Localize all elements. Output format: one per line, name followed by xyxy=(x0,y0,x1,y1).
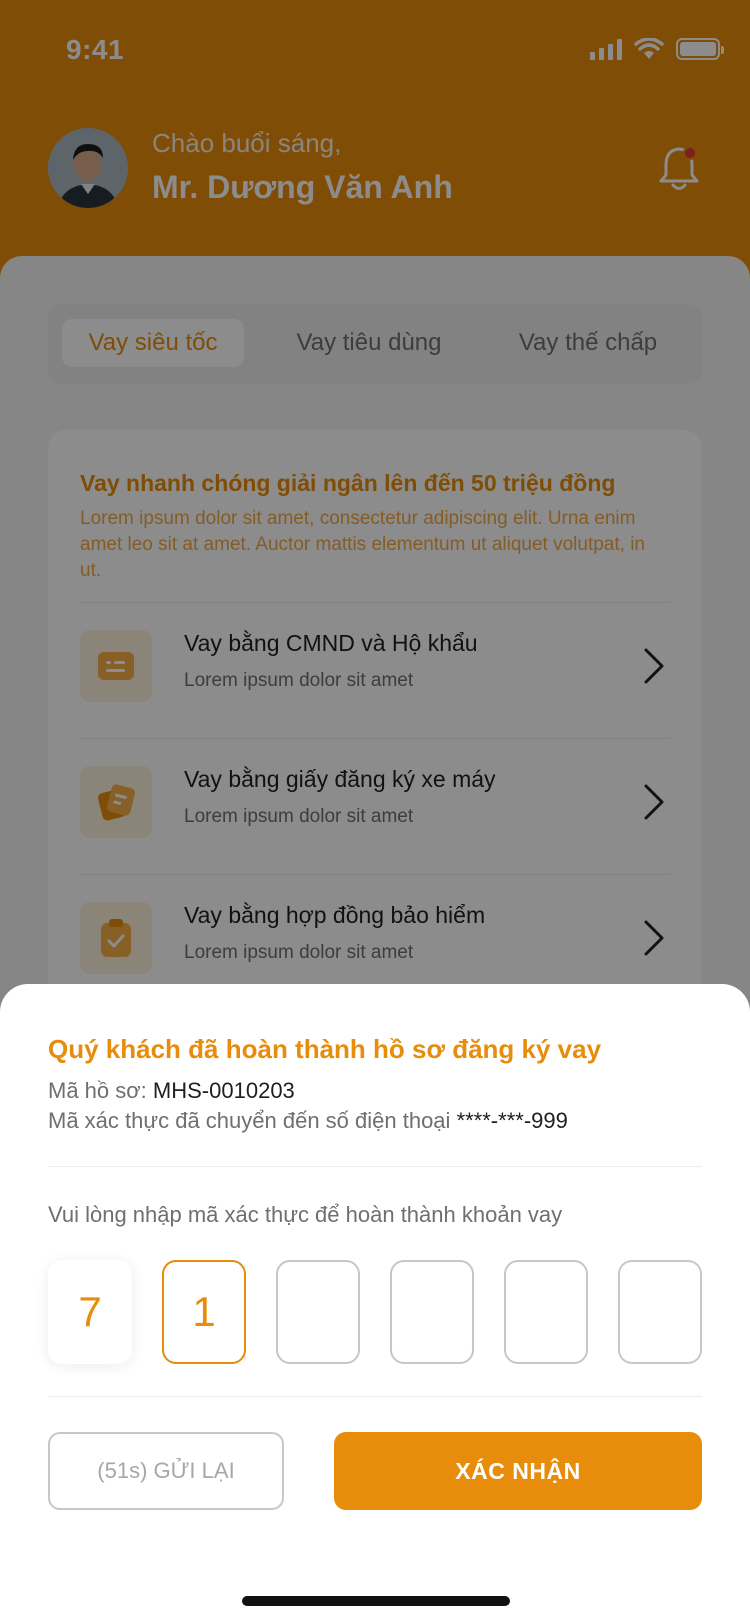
otp-bottom-sheet: Quý khách đã hoàn thành hồ sơ đăng ký va… xyxy=(0,984,750,1624)
sheet-title: Quý khách đã hoàn thành hồ sơ đăng ký va… xyxy=(48,1034,602,1064)
home-indicator[interactable] xyxy=(242,1596,510,1606)
otp-digit-4[interactable] xyxy=(390,1260,474,1364)
otp-digit-6[interactable] xyxy=(618,1260,702,1364)
file-code-line: Mã hồ sơ: MHS-0010203 xyxy=(48,1078,295,1104)
confirm-button[interactable]: XÁC NHẬN xyxy=(334,1432,702,1510)
phone-masked: ****-***-999 xyxy=(456,1108,568,1133)
file-code-value: MHS-0010203 xyxy=(152,1078,295,1103)
otp-digit-3[interactable] xyxy=(276,1260,360,1364)
phone-line: Mã xác thực đã chuyển đến số điện thoại … xyxy=(48,1108,568,1134)
otp-prompt: Vui lòng nhập mã xác thực để hoàn thành … xyxy=(48,1202,563,1227)
otp-digit-1[interactable]: 7 xyxy=(48,1260,132,1364)
otp-input-group: 7 1 xyxy=(48,1260,702,1364)
file-code-label: Mã hồ sơ: xyxy=(48,1078,147,1103)
otp-digit-2[interactable]: 1 xyxy=(162,1260,246,1364)
divider xyxy=(48,1166,702,1167)
divider xyxy=(48,1396,702,1397)
phone-label: Mã xác thực đã chuyển đến số điện thoại xyxy=(48,1108,451,1133)
resend-button[interactable]: (51s) GỬI LẠI xyxy=(48,1432,284,1510)
otp-digit-5[interactable] xyxy=(504,1260,588,1364)
